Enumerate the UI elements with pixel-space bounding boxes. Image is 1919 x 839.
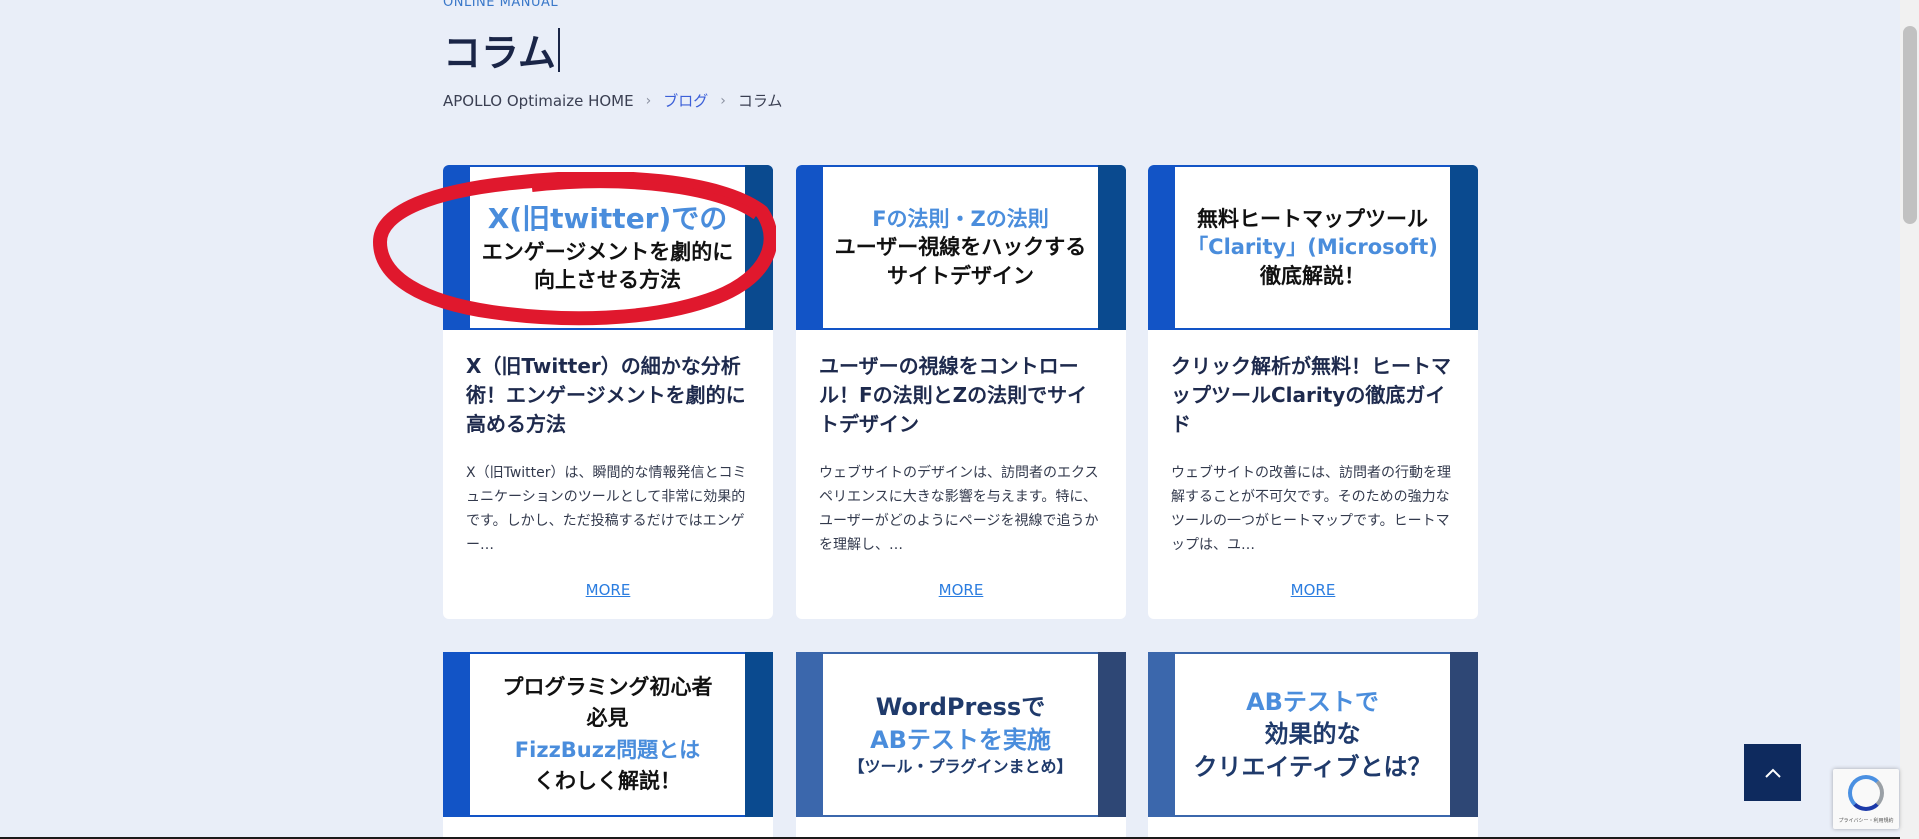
thumbnail-line: 「Clarity」(Microsoft) [1187, 235, 1438, 260]
page-title: コラム [443, 22, 560, 77]
chevron-up-icon [1764, 768, 1781, 778]
thumbnail-line: Fの法則・Zの法則 [872, 206, 1049, 231]
page: ONLINE MANUAL コラム APOLLO Optimaize HOME … [0, 0, 1919, 839]
article-card[interactable]: X(旧twitter)での エンゲージメントを劇的に 向上させる方法 X（旧Tw… [443, 165, 773, 619]
thumbnail-line: 徹底解説！ [1260, 263, 1365, 288]
text-caret [557, 27, 560, 72]
breadcrumb-blog[interactable]: ブログ [663, 90, 708, 111]
thumbnail-stripe [1098, 652, 1126, 817]
thumbnail-line: プログラミング初心者 [502, 674, 713, 699]
thumbnail-text: プログラミング初心者 必見 FizzBuzz問題とは くわしく解説！ [470, 654, 745, 815]
thumbnail-line: WordPressで [875, 693, 1046, 722]
recaptcha-badge[interactable]: プライバシー・利用規約 [1833, 769, 1899, 829]
thumbnail-text: Fの法則・Zの法則 ユーザー視線をハックする サイトデザイン [823, 167, 1098, 328]
article-thumbnail[interactable]: Fの法則・Zの法則 ユーザー視線をハックする サイトデザイン [796, 165, 1126, 330]
article-card[interactable]: Fの法則・Zの法則 ユーザー視線をハックする サイトデザイン ユーザーの視線をコ… [796, 165, 1126, 619]
breadcrumb-home[interactable]: APOLLO Optimaize HOME [443, 92, 634, 110]
thumbnail-line: ユーザー視線をハックする [834, 235, 1087, 260]
more-link[interactable]: MORE [443, 581, 773, 599]
thumbnail-stripe [1450, 165, 1478, 330]
thumbnail-line: 【ツール・プラグインまとめ】 [848, 757, 1073, 777]
thumbnail-line: 向上させる方法 [534, 268, 681, 293]
recaptcha-text: プライバシー・利用規約 [1838, 817, 1894, 824]
thumbnail-text: X(旧twitter)での エンゲージメントを劇的に 向上させる方法 [470, 167, 745, 328]
breadcrumb-current: コラム [737, 92, 783, 110]
thumbnail-text: ABテストで 効果的な クリエイティブとは？ [1175, 654, 1450, 815]
thumbnail-text: 無料ヒートマップツール 「Clarity」(Microsoft) 徹底解説！ [1175, 167, 1450, 328]
chevron-right-icon: › [645, 92, 652, 109]
thumbnail-line: くわしく解説！ [534, 769, 681, 793]
thumbnail-line: 必見 [586, 706, 629, 730]
section-eyebrow: ONLINE MANUAL [443, 0, 559, 10]
thumbnail-line: 無料ヒートマップツール [1197, 206, 1428, 231]
article-thumbnail[interactable]: X(旧twitter)での エンゲージメントを劇的に 向上させる方法 [443, 165, 773, 330]
thumbnail-line: X(旧twitter)での [487, 202, 728, 236]
thumbnail-line: エンゲージメントを劇的に [481, 240, 734, 265]
article-card[interactable]: WordPressで ABテストを実施 【ツール・プラグインまとめ】 [796, 652, 1126, 839]
breadcrumb: APOLLO Optimaize HOME › ブログ › コラム [443, 90, 782, 111]
scrollbar[interactable] [1900, 0, 1919, 839]
thumbnail-line: ABテストで [1246, 687, 1379, 716]
article-excerpt: X（旧Twitter）は、瞬間的な情報発信とコミュニケーションのツールとして非常… [466, 465, 747, 553]
thumbnail-line: クリエイティブとは？ [1193, 752, 1432, 781]
article-excerpt: ウェブサイトの改善には、訪問者の行動を理解することが不可欠です。そのための強力な… [1171, 465, 1451, 553]
article-thumbnail[interactable]: WordPressで ABテストを実施 【ツール・プラグインまとめ】 [796, 652, 1126, 817]
thumbnail-line: FizzBuzz問題とは [514, 737, 701, 762]
thumbnail-stripe [1450, 652, 1478, 817]
back-to-top-button[interactable] [1744, 744, 1801, 801]
chevron-right-icon: › [720, 92, 726, 109]
thumbnail-line: ABテストを実施 [870, 725, 1051, 754]
article-title[interactable]: X（旧Twitter）の細かな分析術！エンゲージメントを劇的に高める方法 [466, 352, 751, 439]
thumbnail-stripe [745, 165, 773, 330]
article-title[interactable]: ユーザーの視線をコントロール！Fの法則とZの法則でサイトデザイン [819, 352, 1104, 439]
article-card[interactable]: 無料ヒートマップツール 「Clarity」(Microsoft) 徹底解説！ ク… [1148, 165, 1478, 619]
article-thumbnail[interactable]: プログラミング初心者 必見 FizzBuzz問題とは くわしく解説！ [443, 652, 773, 817]
article-card[interactable]: プログラミング初心者 必見 FizzBuzz問題とは くわしく解説！ [443, 652, 773, 839]
thumbnail-line: サイトデザイン [887, 263, 1034, 288]
article-card[interactable]: ABテストで 効果的な クリエイティブとは？ [1148, 652, 1478, 839]
article-thumbnail[interactable]: ABテストで 効果的な クリエイティブとは？ [1148, 652, 1478, 817]
thumbnail-text: WordPressで ABテストを実施 【ツール・プラグインまとめ】 [823, 654, 1098, 815]
thumbnail-stripe [1098, 165, 1126, 330]
thumbnail-stripe [745, 652, 773, 817]
article-title[interactable]: クリック解析が無料！ヒートマップツールClarityの徹底ガイド [1171, 352, 1456, 439]
more-link[interactable]: MORE [1148, 581, 1478, 599]
article-thumbnail[interactable]: 無料ヒートマップツール 「Clarity」(Microsoft) 徹底解説！ [1148, 165, 1478, 330]
thumbnail-line: 効果的な [1264, 720, 1361, 749]
page-title-text: コラム [443, 31, 556, 75]
recaptcha-icon [1848, 774, 1884, 811]
article-excerpt: ウェブサイトのデザインは、訪問者のエクスペリエンスに大きな影響を与えます。特に、… [819, 465, 1099, 553]
more-link[interactable]: MORE [796, 581, 1126, 599]
scrollbar-thumb[interactable] [1903, 26, 1917, 224]
